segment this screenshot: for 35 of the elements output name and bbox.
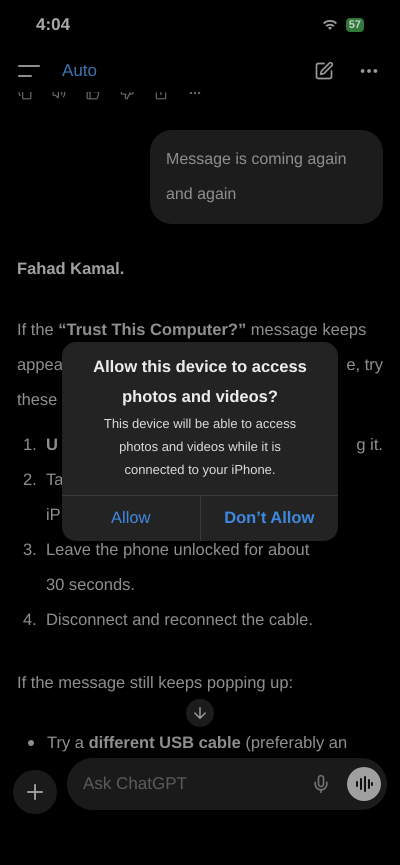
- reply-text: Ta: [46, 470, 64, 492]
- dialog-button[interactable]: Don’t Allow: [200, 496, 338, 541]
- reply-text: If the “Trust This Computer?” message keeps: [17, 320, 366, 342]
- list-number: 2.: [22, 470, 38, 492]
- list-number: 1.: [22, 435, 38, 456]
- dialog-title: Allow this device to access photos and videos?: [92, 357, 308, 408]
- reply-text: these: [17, 390, 58, 412]
- message-input[interactable]: Ask ChatGPT: [83, 771, 311, 797]
- new-chat-icon[interactable]: [314, 61, 334, 81]
- reply-text: If the message still keeps popping up:: [17, 672, 294, 694]
- add-button[interactable]: [13, 770, 57, 814]
- message-field[interactable]: Ask ChatGPT: [67, 758, 387, 810]
- status-time: 4:04: [36, 14, 70, 36]
- battery-indicator: 57: [346, 18, 364, 32]
- reply-text: Try a different USB cable (preferably an: [47, 732, 348, 754]
- model-selector[interactable]: Auto: [62, 58, 97, 84]
- user-message: Message is coming again and again: [150, 130, 383, 224]
- wifi-icon: [322, 19, 338, 31]
- dialog-button[interactable]: Allow: [62, 496, 200, 541]
- reply-text: U: [46, 435, 58, 456]
- reply-text: Leave the phone unlocked for about: [46, 540, 310, 562]
- dialog-message: This device will be able to access photos and videos while it is connected to your iPhone.: [102, 415, 298, 479]
- reply-text: appea: [17, 355, 63, 376]
- arrow-down-icon: [191, 704, 209, 722]
- reply-text: Disconnect and reconnect the cable.: [46, 610, 313, 632]
- reply-text: 30 seconds.: [46, 575, 135, 596]
- list-number: 3.: [22, 540, 38, 562]
- list-number: 4.: [22, 610, 38, 632]
- reply-text: g it.: [356, 435, 383, 456]
- reply-text: e, try: [346, 355, 383, 376]
- author-name: Fahad Kamal.: [17, 259, 126, 280]
- menu-icon[interactable]: [18, 64, 40, 78]
- voice-mode-icon[interactable]: [347, 767, 381, 801]
- reply-text: iP: [46, 505, 61, 526]
- scroll-down-button[interactable]: [186, 699, 214, 727]
